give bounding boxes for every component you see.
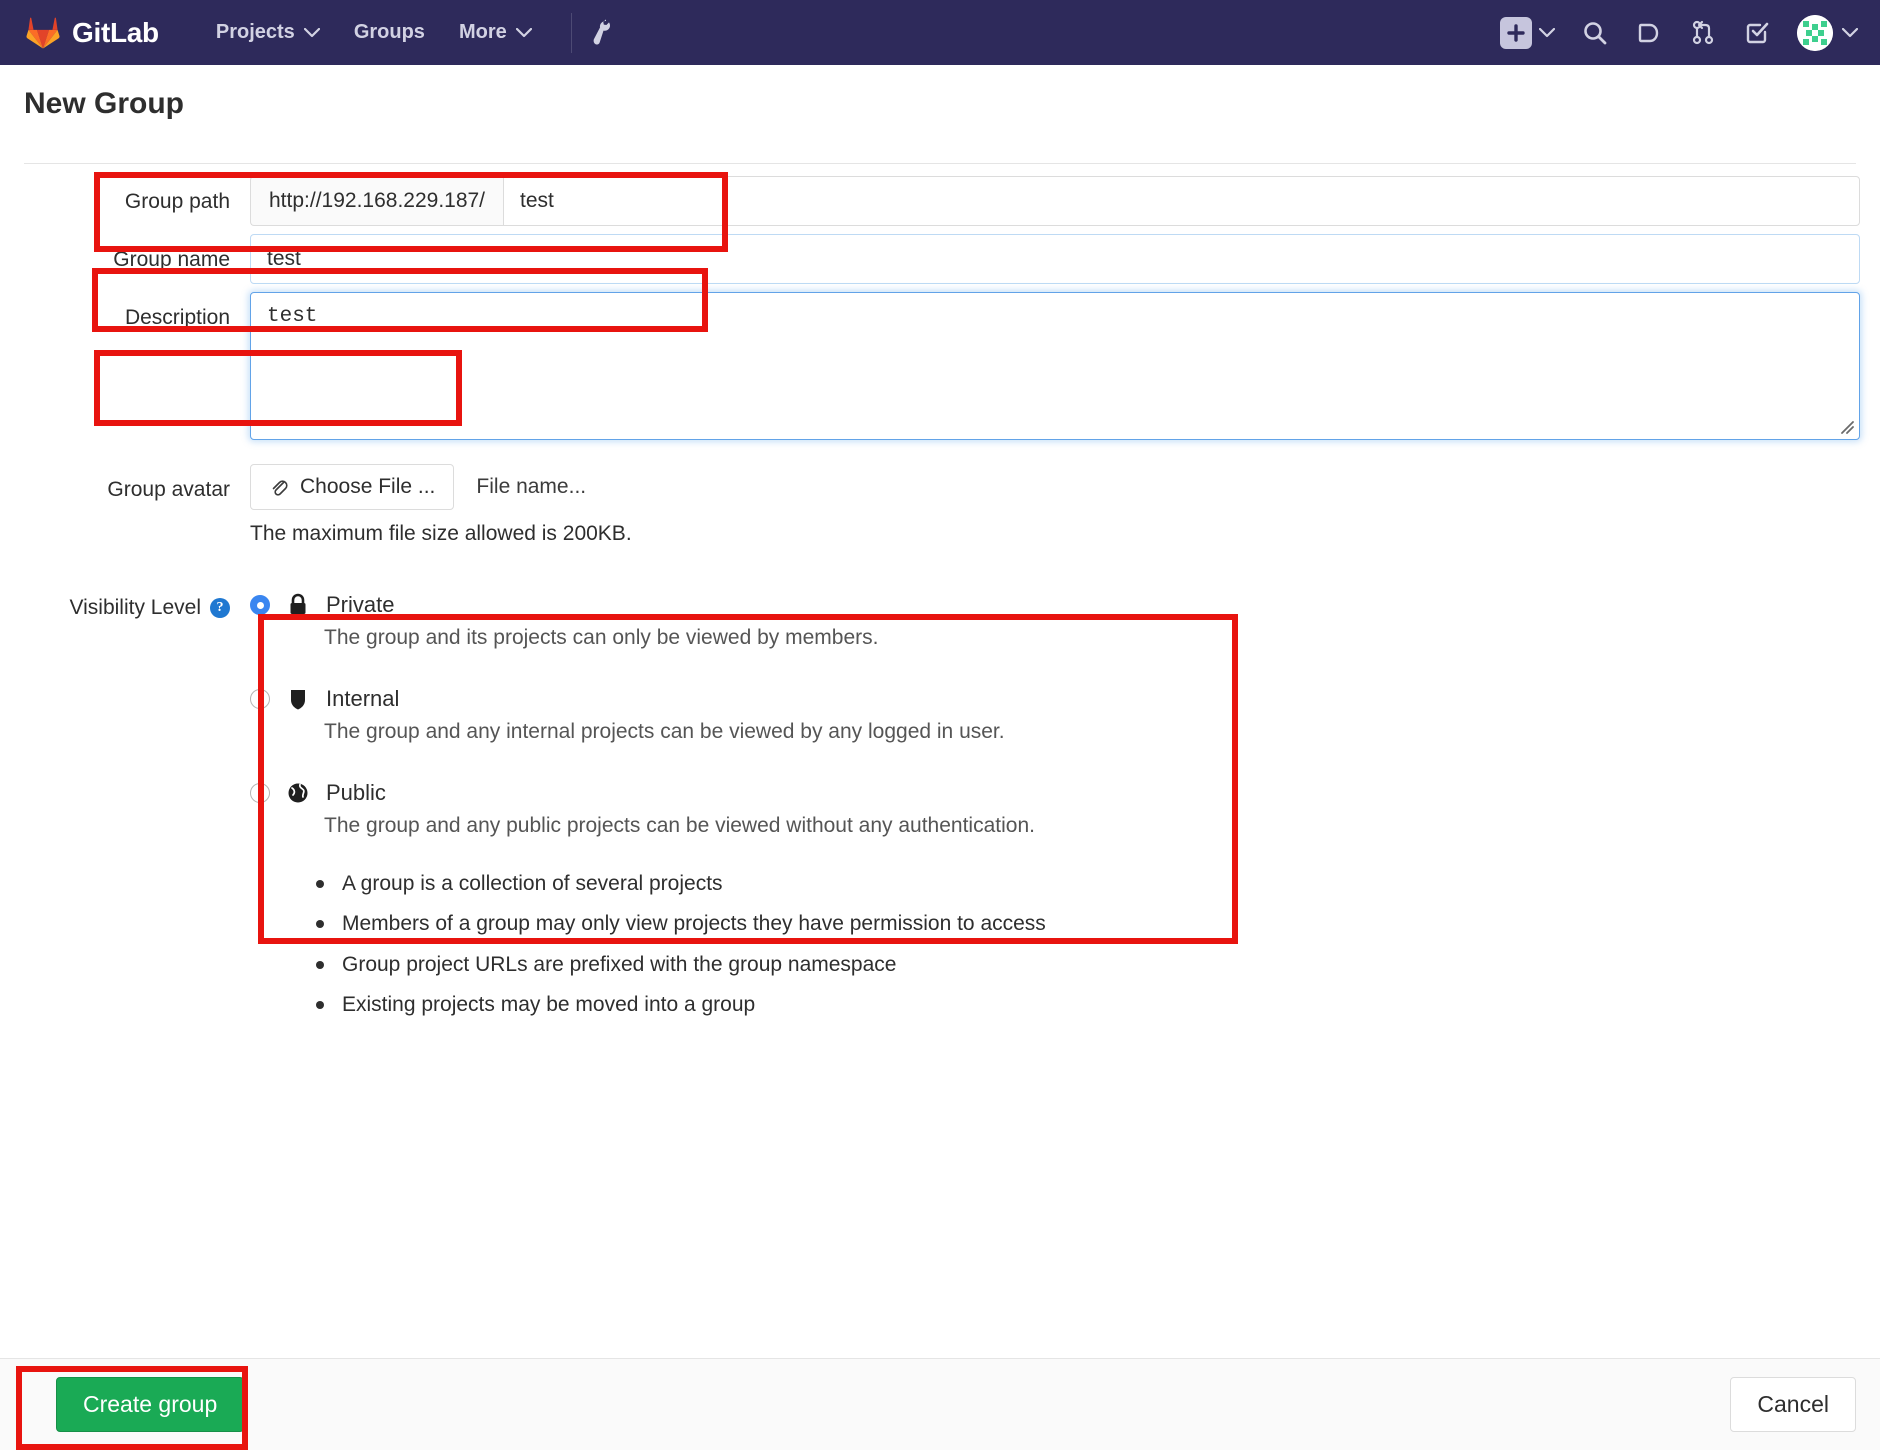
group-path-row: Group path http://192.168.229.187/	[0, 176, 1880, 226]
page-header: New Group	[0, 65, 1880, 121]
visibility-internal-name: Internal	[326, 686, 400, 711]
group-path-input-group: http://192.168.229.187/	[250, 176, 1860, 226]
group-avatar-label: Group avatar	[107, 478, 230, 501]
group-name-label: Group name	[113, 248, 230, 271]
group-name-input[interactable]	[250, 234, 1860, 284]
avatar-help-text: The maximum file size allowed is 200KB.	[250, 522, 632, 545]
description-textarea[interactable]: test	[250, 292, 1860, 440]
visibility-options: Private The group and its projects can o…	[250, 588, 1880, 838]
visibility-public-description: The group and any public projects can be…	[324, 814, 1035, 837]
nav-item-projects-label: Projects	[215, 21, 295, 43]
lock-icon	[287, 593, 309, 617]
nav-item-projects[interactable]: Projects	[199, 21, 337, 44]
group-path-input[interactable]	[503, 176, 1860, 226]
form-footer: Create group Cancel	[0, 1358, 1880, 1450]
list-item: Group project URLs are prefixed with the…	[312, 951, 1880, 979]
question-mark-icon[interactable]: ?	[210, 598, 230, 618]
file-name-text: File name...	[476, 475, 587, 498]
list-item: Existing projects may be moved into a gr…	[312, 991, 1880, 1019]
group-notes-list: A group is a collection of several proje…	[312, 870, 1880, 1019]
gitlab-brand-text: GitLab	[72, 16, 159, 48]
plus-icon	[1500, 16, 1532, 49]
visibility-option-public[interactable]: Public The group and any public projects…	[250, 780, 1880, 838]
todo-checkmark-icon	[1746, 22, 1769, 43]
choose-file-button[interactable]: Choose File ...	[250, 464, 455, 510]
visibility-option-internal-head: Internal	[250, 686, 1880, 712]
description-row: Description test	[0, 292, 1880, 440]
chevron-down-icon	[1539, 27, 1555, 37]
group-path-label: Group path	[124, 190, 230, 213]
description-label: Description	[124, 306, 230, 329]
group-name-control	[250, 234, 1880, 284]
nav-item-more[interactable]: More	[442, 21, 549, 44]
gitlab-tanuki-icon	[26, 17, 60, 49]
merge-requests-button[interactable]	[1689, 19, 1717, 47]
paperclip-icon	[272, 480, 288, 496]
nav-item-more-label: More	[458, 21, 507, 43]
list-item: A group is a collection of several proje…	[312, 870, 1880, 898]
radio-public[interactable]	[250, 783, 270, 803]
new-group-form: Group path http://192.168.229.187/ Group…	[0, 164, 1880, 1019]
user-menu-button[interactable]	[1797, 14, 1858, 51]
plus-glyph-icon	[1507, 23, 1525, 42]
chevron-down-icon	[515, 27, 532, 37]
navbar-divider	[570, 12, 572, 53]
admin-wrench-icon[interactable]	[590, 18, 614, 47]
group-path-prefix: http://192.168.229.187/	[250, 176, 504, 226]
visibility-level-label: Visibility Level ?	[0, 588, 250, 620]
merge-request-icon	[1692, 20, 1714, 44]
visibility-level-text: Visibility Level	[69, 596, 201, 619]
avatar	[1797, 14, 1833, 51]
new-dropdown-button[interactable]	[1500, 16, 1555, 49]
group-avatar-control: Choose File ... File name... The maximum…	[250, 464, 1880, 546]
description-wrapper: test	[250, 292, 1860, 440]
list-item: Members of a group may only view project…	[312, 910, 1880, 938]
create-group-button[interactable]: Create group	[56, 1377, 245, 1432]
page-title: New Group	[24, 87, 185, 120]
visibility-option-private-head: Private	[250, 592, 1880, 618]
radio-internal[interactable]	[250, 689, 270, 709]
group-name-row: Group name	[0, 234, 1880, 284]
search-button[interactable]	[1581, 19, 1609, 47]
group-path-control: http://192.168.229.187/	[250, 176, 1880, 226]
description-control: test	[250, 292, 1880, 440]
top-navbar: GitLab Projects Groups More	[0, 0, 1880, 65]
navbar-right	[1500, 0, 1858, 65]
wrench-icon	[593, 18, 610, 45]
gitlab-logo-link[interactable]: GitLab	[26, 16, 159, 49]
navbar-left: GitLab Projects Groups More	[26, 12, 614, 53]
issues-icon	[1638, 23, 1659, 42]
visibility-option-private[interactable]: Private The group and its projects can o…	[250, 592, 1880, 650]
visibility-option-public-head: Public	[250, 780, 1880, 806]
choose-file-label: Choose File ...	[300, 475, 436, 498]
issues-button[interactable]	[1635, 19, 1663, 47]
radio-private[interactable]	[250, 595, 270, 615]
search-icon	[1584, 21, 1607, 44]
visibility-option-internal[interactable]: Internal The group and any internal proj…	[250, 686, 1880, 744]
shield-icon	[287, 687, 309, 711]
visibility-private-name: Private	[326, 592, 395, 617]
chevron-down-icon	[303, 27, 320, 37]
cancel-button[interactable]: Cancel	[1730, 1377, 1856, 1432]
file-chooser-line: Choose File ... File name...	[250, 464, 1860, 510]
todos-button[interactable]	[1743, 19, 1771, 47]
globe-icon	[287, 781, 309, 805]
avatar-identicon-icon	[1797, 14, 1833, 51]
visibility-private-description: The group and its projects can only be v…	[324, 626, 879, 649]
nav-item-groups-label: Groups	[353, 21, 425, 43]
visibility-internal-description: The group and any internal projects can …	[324, 720, 1005, 743]
nav-item-groups[interactable]: Groups	[337, 21, 442, 44]
visibility-public-name: Public	[326, 780, 386, 805]
visibility-row: Visibility Level ? Private The group and…	[0, 588, 1880, 838]
group-avatar-row: Group avatar Choose File ... File name..…	[0, 464, 1880, 546]
chevron-down-icon	[1842, 27, 1858, 37]
